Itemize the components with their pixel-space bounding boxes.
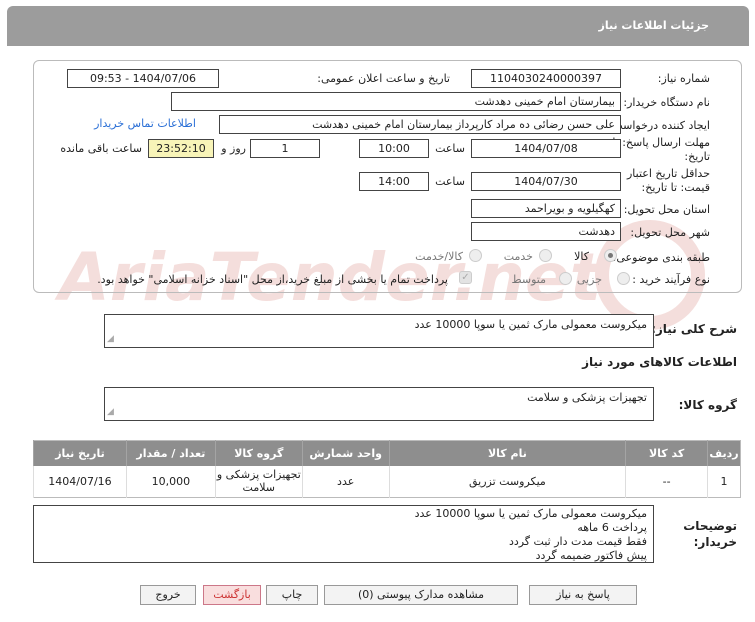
back-button[interactable]: بازگشت — [203, 585, 261, 605]
notes-line: پیش فاکتور ضمیمه گردد — [535, 549, 647, 562]
deadline-label: مهلت ارسال پاسخ: تا — [612, 136, 710, 149]
col-header-name: نام کالا — [388, 440, 626, 466]
buyer-org-field[interactable]: بیمارستان امام خمینی دهدشت — [171, 92, 621, 111]
city-label: شهر محل تحویل: — [630, 226, 710, 239]
need-number-field[interactable]: 1104030240000397 — [471, 69, 621, 88]
remaining-time-field: 23:52:10 — [148, 139, 214, 158]
deadline-date-field[interactable]: 1404/07/08 — [471, 139, 621, 158]
province-field[interactable]: کهگیلویه و بویراحمد — [471, 199, 621, 218]
notes-line: پرداخت 6 ماهه — [577, 521, 647, 534]
summary-text: میکروست معمولی مارک ثمین یا سوپا 10000 ع… — [414, 318, 647, 331]
buyer-notes-label-2: خریدار: — [693, 535, 737, 549]
buyer-org-label: نام دستگاه خریدار: — [623, 96, 710, 109]
days-label: روز و — [221, 142, 246, 155]
validity-date-field[interactable]: 1404/07/30 — [471, 172, 621, 191]
process-label: نوع فرآیند خرید : — [632, 273, 710, 286]
validity-time-field[interactable]: 14:00 — [359, 172, 429, 191]
remaining-label: ساعت باقی مانده — [60, 142, 142, 155]
col-header-qty: تعداد / مقدار — [125, 440, 216, 466]
goods-group-text: تجهیزات پزشکی و سلامت — [527, 391, 647, 404]
contact-info-link[interactable]: اطلاعات تماس خریدار — [94, 117, 196, 130]
process-minor-radio[interactable] — [617, 272, 630, 285]
reply-button[interactable]: پاسخ به نیاز — [529, 585, 637, 605]
category-both-radio[interactable] — [469, 249, 482, 262]
attachments-button[interactable]: مشاهده مدارک پیوستی (0) — [324, 585, 518, 605]
validity-time-label: ساعت — [435, 175, 465, 188]
creator-field[interactable]: علی حسن رضائی ده مراد کارپرداز بیمارستان… — [219, 115, 621, 134]
goods-section-title: اطلاعات کالاهای مورد نیاز — [582, 355, 737, 369]
goods-table: ردیف کد کالا نام کالا واحد شمارش گروه کا… — [33, 440, 741, 498]
goods-group-textarea[interactable]: تجهیزات پزشکی و سلامت ◢ — [104, 387, 654, 421]
treasury-checkbox[interactable]: ✓ — [459, 271, 472, 284]
category-service-radio[interactable] — [539, 249, 552, 262]
notes-line: فقط قیمت مدت دار ثبت گردد — [508, 535, 647, 548]
cell-group: تجهیزات پزشکی و سلامت — [214, 465, 303, 498]
deadline-time-field[interactable]: 10:00 — [359, 139, 429, 158]
cell-code: -- — [625, 465, 708, 498]
cell-name: میکروست تزریق — [388, 465, 626, 498]
need-number-label: شماره نیاز: — [657, 72, 710, 85]
category-goods-label: کالا — [574, 250, 589, 263]
process-medium-radio[interactable] — [559, 272, 572, 285]
province-label: استان محل تحویل: — [623, 203, 710, 216]
category-service-label: خدمت — [503, 250, 533, 263]
summary-textarea[interactable]: میکروست معمولی مارک ثمین یا سوپا 10000 ع… — [104, 314, 654, 348]
col-header-group: گروه کالا — [214, 440, 303, 466]
table-row[interactable]: 1 -- میکروست تزریق عدد تجهیزات پزشکی و س… — [33, 465, 741, 498]
col-header-row: ردیف — [707, 440, 741, 466]
notes-line: میکروست معمولی مارک ثمین یا سوپا 10000 ع… — [414, 507, 647, 520]
exit-button[interactable]: خروج — [140, 585, 196, 605]
validity-label-2: قیمت: تا تاریخ: — [641, 181, 710, 194]
goods-group-label: گروه کالا: — [678, 398, 737, 412]
process-minor-label: جزیی — [576, 273, 602, 286]
validity-label: حداقل تاریخ اعتبار — [626, 167, 710, 180]
print-button[interactable]: چاپ — [266, 585, 318, 605]
table-header-row: ردیف کد کالا نام کالا واحد شمارش گروه کا… — [33, 440, 741, 466]
cell-unit: عدد — [301, 465, 390, 498]
payment-note: پرداخت تمام یا بخشی از مبلغ خرید،از محل … — [97, 273, 448, 286]
cell-date: 1404/07/16 — [33, 465, 127, 498]
col-header-code: کد کالا — [625, 440, 708, 466]
resize-grip-icon[interactable]: ◢ — [107, 332, 114, 346]
deadline-time-label: ساعت — [435, 142, 465, 155]
announce-datetime-field[interactable]: 1404/07/06 - 09:53 — [67, 69, 219, 88]
deadline-label-2: تاریخ: — [684, 150, 710, 163]
process-medium-label: متوسط — [511, 273, 546, 286]
cell-row: 1 — [707, 465, 741, 498]
category-both-label: کالا/خدمت — [415, 250, 463, 263]
col-header-date: تاریخ نیاز — [33, 440, 127, 466]
days-remaining-field[interactable]: 1 — [250, 139, 320, 158]
cell-qty: 10,000 — [125, 465, 216, 498]
buyer-notes-textarea[interactable]: میکروست معمولی مارک ثمین یا سوپا 10000 ع… — [33, 505, 654, 563]
resize-grip-icon[interactable]: ◢ — [107, 405, 114, 419]
summary-label: شرح کلی نیاز: — [651, 322, 737, 336]
category-label: طبقه بندی موضوعی: — [612, 251, 710, 264]
title-bar: جزئیات اطلاعات نیاز — [7, 6, 749, 46]
city-field[interactable]: دهدشت — [471, 222, 621, 241]
creator-label: ایجاد کننده درخواست: — [608, 119, 710, 132]
col-header-unit: واحد شمارش — [301, 440, 390, 466]
page-title: جزئیات اطلاعات نیاز — [598, 19, 710, 32]
buyer-notes-label: توضیحات — [683, 519, 737, 533]
category-goods-radio[interactable] — [604, 249, 617, 262]
announce-label: تاریخ و ساعت اعلان عمومی: — [317, 72, 450, 85]
